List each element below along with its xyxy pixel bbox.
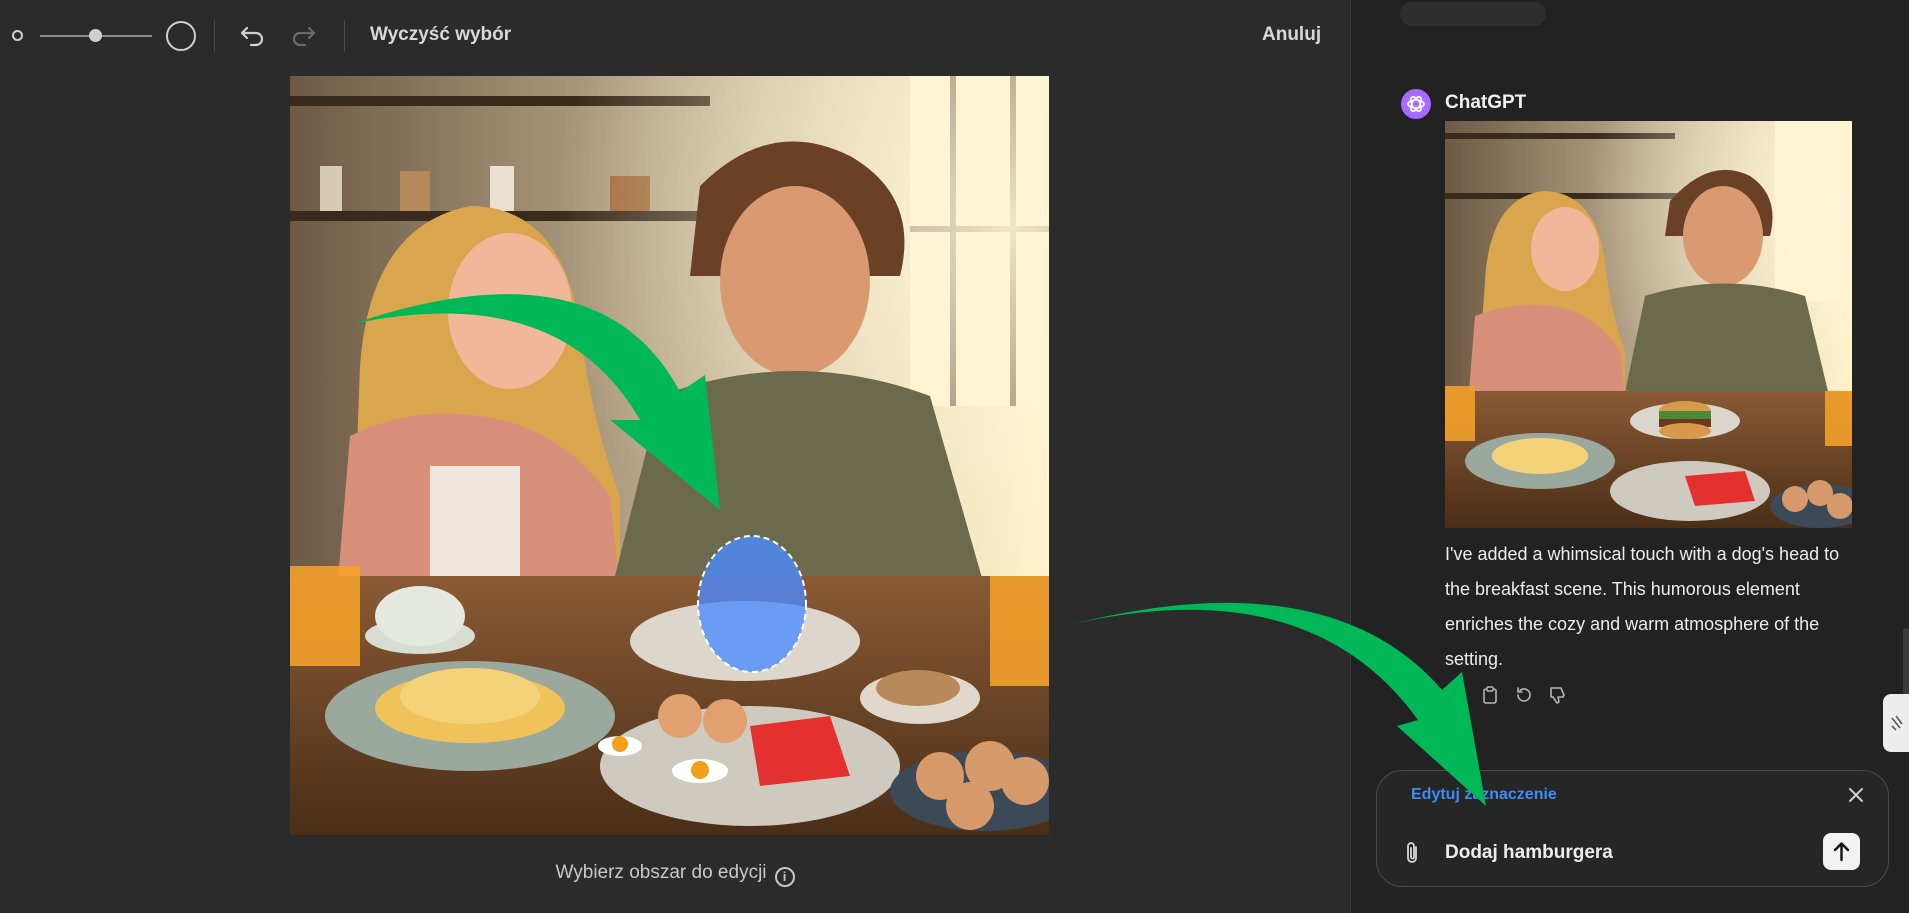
edit-hint: Wybierz obszar do edycji i: [0, 862, 1350, 887]
editable-image[interactable]: [290, 76, 1049, 835]
arrow-up-icon: [1833, 842, 1850, 862]
message-sender: ChatGPT: [1445, 92, 1527, 113]
undo-icon[interactable]: [238, 20, 268, 50]
edit-selection-label[interactable]: Edytuj zaznaczenie: [1411, 786, 1557, 804]
image-editor: Wyczyść wybór Anuluj Wybierz obszar do e…: [0, 0, 1350, 913]
assistant-message: I've added a whimsical touch with a dog'…: [1445, 544, 1840, 669]
regenerate-icon[interactable]: [1513, 684, 1535, 706]
paperclip-icon[interactable]: [1399, 839, 1425, 867]
copy-icon[interactable]: [1479, 684, 1501, 706]
toolbar-divider: [344, 20, 345, 52]
blurred-header: [1400, 2, 1546, 26]
brush-size-slider-thumb[interactable]: [89, 29, 102, 42]
selection-mask: [697, 535, 807, 673]
side-panel-tab[interactable]: [1883, 694, 1909, 752]
editor-toolbar: Wyczyść wybór Anuluj: [0, 0, 1350, 72]
chatgpt-logo-icon: [1401, 89, 1431, 119]
toolbar-divider: [214, 20, 215, 52]
message-input[interactable]: Dodaj hamburgera: [1445, 842, 1613, 864]
edit-hint-text: Wybierz obszar do edycji: [555, 862, 767, 883]
thumbs-down-icon[interactable]: [1547, 684, 1569, 706]
send-button[interactable]: [1823, 833, 1860, 870]
generated-image[interactable]: [1445, 121, 1852, 528]
brush-size-large-icon[interactable]: [166, 21, 196, 51]
read-aloud-icon[interactable]: [1445, 684, 1467, 706]
brush-size-small-icon[interactable]: [12, 30, 23, 41]
chat-panel: ChatGPT I've added a whimsical touch wit…: [1351, 0, 1909, 913]
clear-selection-button[interactable]: Wyczyść wybór: [370, 24, 511, 46]
info-icon[interactable]: i: [774, 867, 795, 887]
close-icon[interactable]: [1844, 783, 1868, 807]
cancel-button[interactable]: Anuluj: [1262, 24, 1321, 46]
redo-icon[interactable]: [288, 20, 318, 50]
